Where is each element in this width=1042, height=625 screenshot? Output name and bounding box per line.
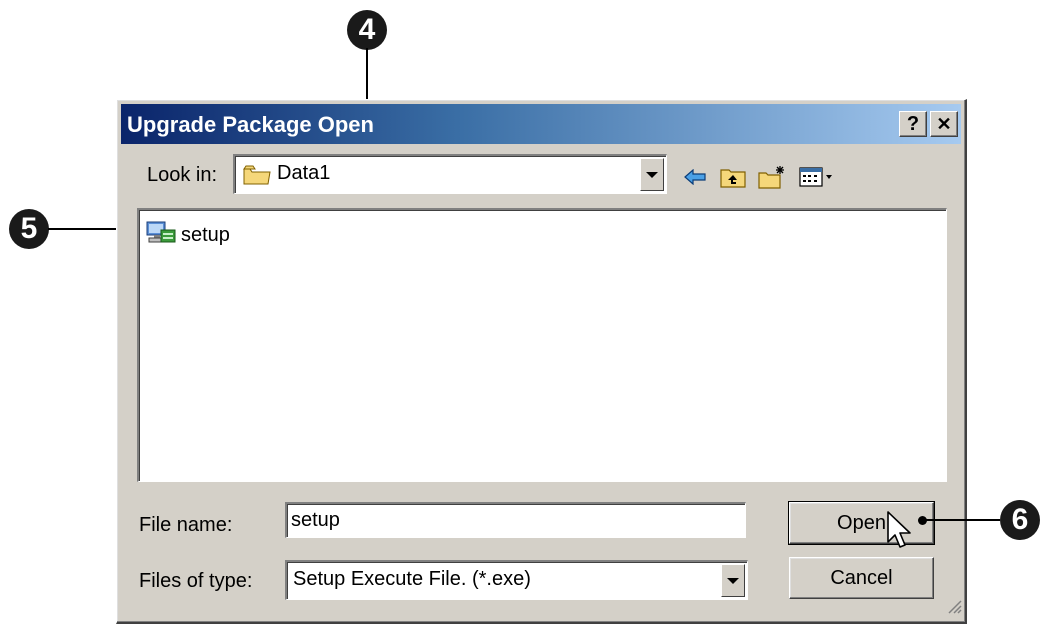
view-menu-icon[interactable] (797, 164, 837, 190)
file-name-field[interactable] (285, 502, 746, 538)
look-in-dropdown[interactable]: Data1 (233, 154, 667, 194)
cancel-button[interactable]: Cancel (789, 557, 934, 599)
files-of-type-dropdown[interactable]: Setup Execute File. (*.exe) (285, 560, 748, 600)
look-in-value: Data1 (277, 162, 331, 184)
up-folder-icon[interactable] (718, 164, 748, 190)
setup-exe-icon (145, 220, 179, 251)
callout-6: 6 (1000, 500, 1040, 540)
mouse-cursor-icon (887, 511, 913, 556)
files-of-type-label: Files of type: (139, 570, 253, 592)
title-bar[interactable]: Upgrade Package Open ? ✕ (121, 104, 961, 144)
file-name-input[interactable] (287, 504, 745, 537)
chevron-down-icon (727, 577, 739, 584)
look-in-label: Look in: (147, 164, 218, 186)
file-list[interactable]: setup (137, 208, 947, 482)
close-icon: ✕ (936, 113, 952, 134)
cancel-button-label: Cancel (830, 566, 893, 589)
dialog-title: Upgrade Package Open (127, 112, 374, 137)
callout-4-label: 4 (358, 13, 376, 46)
file-name-label-text: File name: (139, 514, 233, 536)
help-button[interactable]: ? (899, 111, 927, 137)
callout-4: 4 (347, 10, 387, 50)
callout-5-label: 5 (20, 212, 38, 245)
open-dialog: Upgrade Package Open ? ✕ Look in: Data1 (116, 99, 967, 624)
callout-5-leader (48, 228, 126, 230)
close-button[interactable]: ✕ (930, 111, 958, 137)
back-icon[interactable] (680, 164, 710, 190)
new-folder-icon[interactable] (757, 164, 787, 190)
file-name-label: setup (181, 224, 230, 246)
folder-icon (243, 164, 271, 191)
files-of-type-dropdown-button[interactable] (721, 564, 745, 597)
chevron-down-icon (646, 171, 658, 178)
files-of-type-value: Setup Execute File. (*.exe) (293, 568, 531, 590)
open-button-label: Open (837, 511, 886, 534)
look-in-dropdown-button[interactable] (640, 158, 664, 191)
callout-6-label: 6 (1011, 503, 1029, 536)
resize-grip[interactable] (946, 598, 962, 619)
callout-5: 5 (9, 209, 49, 249)
list-item[interactable]: setup (145, 220, 230, 251)
callout-6-leader (923, 519, 1000, 521)
